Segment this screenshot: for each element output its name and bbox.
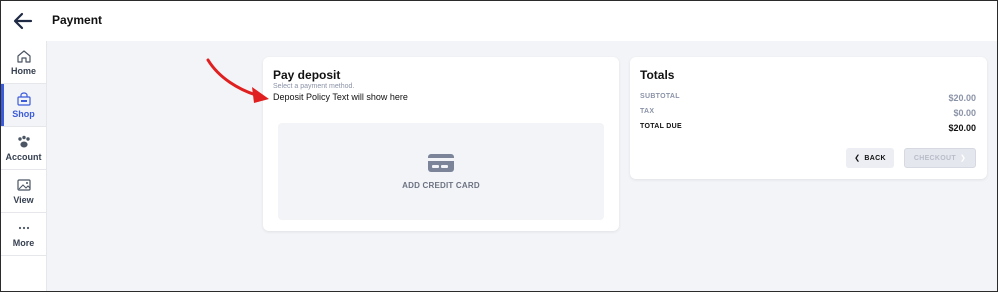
back-button-label: BACK (864, 154, 886, 162)
sidebar-item-label: Home (10, 65, 36, 76)
shop-icon (16, 91, 31, 106)
back-button[interactable]: ❮ BACK (846, 148, 894, 168)
image-icon (16, 178, 31, 191)
subtotal-row: SUBTOTAL $20.00 (640, 93, 976, 105)
totals-title: Totals (640, 68, 675, 82)
add-credit-card-button[interactable]: ADD CREDIT CARD (278, 123, 604, 220)
total-due-label: TOTAL DUE (640, 123, 682, 130)
sidebar-item-shop[interactable]: Shop (1, 84, 46, 127)
credit-card-icon (428, 154, 454, 172)
totals-card: Totals SUBTOTAL $20.00 TAX $0.00 TOTAL D… (630, 57, 987, 179)
sidebar-item-view[interactable]: View (1, 170, 46, 213)
sidebar-item-account[interactable]: Account (1, 127, 46, 170)
sidebar-item-more[interactable]: More (1, 213, 46, 256)
total-due-value: $20.00 (948, 123, 976, 133)
pay-deposit-card: Pay deposit Select a payment method. Dep… (263, 57, 619, 231)
top-bar: Payment (1, 1, 997, 41)
subtotal-value: $20.00 (948, 93, 976, 103)
paw-icon (17, 135, 30, 147)
add-credit-card-label: ADD CREDIT CARD (402, 181, 480, 190)
tax-value: $0.00 (953, 108, 976, 118)
app-window: Payment Home Shop Account View More Pay … (0, 0, 998, 292)
sidebar-item-home[interactable]: Home (1, 41, 46, 84)
checkout-button-label: CHECKOUT (913, 154, 956, 162)
subtotal-label: SUBTOTAL (640, 93, 680, 100)
deposit-policy-text: Deposit Policy Text will show here (273, 92, 408, 102)
annotation-arrow-icon (206, 58, 269, 103)
back-arrow-icon[interactable] (11, 9, 35, 33)
pay-deposit-title: Pay deposit (273, 68, 341, 82)
sidebar-item-label: Account (5, 151, 42, 162)
checkout-button[interactable]: CHECKOUT ❯ (904, 148, 976, 168)
sidebar: Home Shop Account View More (1, 41, 47, 291)
tax-label: TAX (640, 108, 655, 115)
sidebar-item-label: Shop (12, 108, 35, 119)
home-icon (16, 49, 31, 63)
payment-method-hint: Select a payment method. (273, 83, 355, 90)
chevron-left-icon: ❮ (854, 155, 861, 162)
sidebar-item-label: View (13, 194, 34, 205)
chevron-right-icon: ❯ (959, 155, 967, 162)
total-due-row: TOTAL DUE $20.00 (640, 123, 976, 135)
tax-row: TAX $0.00 (640, 108, 976, 120)
more-icon (18, 226, 29, 229)
sidebar-item-label: More (12, 237, 35, 248)
page-title: Payment (52, 13, 103, 27)
